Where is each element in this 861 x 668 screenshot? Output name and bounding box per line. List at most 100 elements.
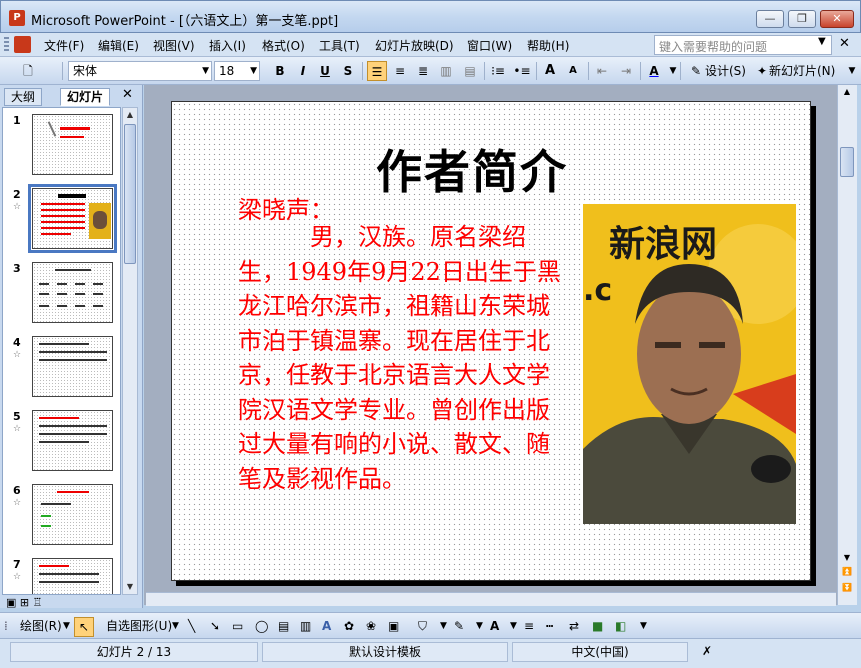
line-style-icon[interactable]: ≡ — [524, 617, 534, 635]
scroll-up-icon[interactable]: ▲ — [123, 108, 137, 122]
picture-icon[interactable]: ▣ — [388, 617, 399, 635]
underline-button[interactable]: U — [315, 61, 335, 81]
shadow-style-icon[interactable]: ■ — [592, 617, 603, 635]
align-center-icon[interactable]: ≡ — [390, 61, 410, 81]
slide-thumbnail-3[interactable] — [32, 262, 113, 323]
design-button[interactable]: 设计(S) — [705, 61, 746, 81]
help-search-input[interactable]: 键入需要帮助的问题 — [654, 35, 832, 55]
numbering-icon[interactable]: ⁝≡ — [488, 61, 508, 81]
scroll-down-icon[interactable]: ▼ — [840, 553, 854, 562]
tab-outline[interactable]: 大纲 — [4, 88, 43, 106]
spelling-status-icon[interactable]: ✗ — [692, 642, 722, 662]
font-size-combo[interactable]: 18 ▼ — [214, 61, 260, 81]
chevron-down-icon[interactable]: ▼ — [202, 62, 209, 80]
slide-thumbnail-2[interactable] — [28, 184, 117, 253]
line-color-icon[interactable]: ✎ — [454, 617, 464, 635]
distribute-icon[interactable]: ▤ — [460, 61, 480, 81]
diagram-icon[interactable]: ✿ — [344, 617, 354, 635]
dash-style-icon[interactable]: ┅ — [546, 617, 553, 635]
slide-canvas[interactable]: 作者简介 梁晓声： 男，汉族。原名梁绍生，1949年9月22日出生于黑龙江哈尔滨… — [171, 101, 811, 581]
line-icon[interactable]: ╲ — [188, 617, 195, 635]
chevron-down-icon[interactable]: ▼ — [476, 617, 483, 635]
close-button[interactable]: ✕ — [820, 10, 854, 28]
wordart-icon[interactable]: A — [322, 617, 331, 635]
draw-menu-button[interactable]: 绘图(R) — [20, 617, 62, 635]
autoshapes-menu-button[interactable]: 自选图形(U) — [106, 617, 172, 635]
select-objects-icon[interactable]: ↖ — [74, 617, 94, 637]
author-photo[interactable]: 新浪网 .c — [583, 204, 796, 524]
new-document-icon[interactable]: 🗋 — [18, 61, 38, 81]
arrow-icon[interactable]: ➘ — [210, 617, 220, 635]
bullets-icon[interactable]: •≡ — [512, 61, 532, 81]
animation-star-icon: ☆ — [13, 350, 22, 360]
shadow-button[interactable]: S — [338, 61, 358, 81]
slide-thumbnail-4[interactable] — [32, 336, 113, 397]
slide-thumbnail-7[interactable] — [32, 558, 113, 594]
italic-button[interactable]: I — [293, 61, 313, 81]
increase-indent-icon[interactable]: ⇥ — [616, 61, 636, 81]
menu-tools[interactable]: 工具(T) — [319, 37, 360, 54]
previous-slide-icon[interactable]: ⏫ — [840, 567, 854, 576]
arrow-style-icon[interactable]: ⇄ — [569, 617, 579, 635]
chevron-down-icon[interactable]: ▼ — [172, 617, 179, 635]
menu-help[interactable]: 帮助(H) — [527, 37, 569, 54]
powerpoint-app-icon[interactable]: P — [9, 10, 25, 26]
slideshow-view-icon[interactable]: ♖ — [33, 596, 43, 609]
menu-edit[interactable]: 编辑(E) — [98, 37, 139, 54]
help-dropdown-icon[interactable]: ▼ — [818, 36, 826, 47]
menu-slideshow[interactable]: 幻灯片放映(D) — [375, 37, 454, 54]
next-slide-icon[interactable]: ⏬ — [840, 583, 854, 592]
minimize-button[interactable]: — — [756, 10, 784, 28]
chevron-down-icon[interactable]: ▼ — [250, 62, 257, 80]
restore-button[interactable]: ❐ — [788, 10, 816, 28]
scroll-up-icon[interactable]: ▲ — [840, 87, 854, 96]
toolbar-options-icon[interactable]: ▼ — [640, 617, 647, 635]
3d-style-icon[interactable]: ◧ — [615, 617, 626, 635]
toolbar-options-icon[interactable]: ▼ — [842, 61, 861, 81]
textbox-icon[interactable]: ▤ — [278, 617, 289, 635]
chevron-down-icon[interactable]: ▼ — [510, 617, 517, 635]
fill-color-icon[interactable]: ⛉ — [418, 617, 427, 635]
rectangle-icon[interactable]: ▭ — [232, 617, 243, 635]
slide-thumbnail-6[interactable] — [32, 484, 113, 545]
chevron-down-icon[interactable]: ▼ — [440, 617, 447, 635]
font-name-combo[interactable]: 宋体 ▼ — [68, 61, 212, 81]
document-close-icon[interactable]: ✕ — [839, 36, 850, 51]
design-template-name[interactable]: 默认设计模板 — [262, 642, 508, 662]
align-left-icon[interactable]: ☰ — [367, 61, 387, 81]
toolbar-grip[interactable]: ⁞ — [4, 617, 8, 635]
shrink-font-button[interactable]: A — [563, 61, 583, 81]
thumbnail-scrollbar[interactable]: ▲ ▼ — [122, 107, 138, 595]
scrollbar-thumb[interactable] — [124, 124, 136, 264]
oval-icon[interactable]: ◯ — [255, 617, 268, 635]
document-icon[interactable] — [14, 36, 31, 53]
font-color-icon[interactable]: A — [490, 617, 499, 635]
menu-file[interactable]: 文件(F) — [44, 37, 84, 54]
new-slide-button[interactable]: 新幻灯片(N) — [769, 61, 835, 81]
clipart-icon[interactable]: ❀ — [366, 617, 376, 635]
menu-format[interactable]: 格式(O) — [262, 37, 305, 54]
author-bio[interactable]: 男，汉族。原名梁绍生，1949年9月22日出生于黑龙江哈尔滨市，祖籍山东荣城市泊… — [238, 220, 568, 496]
bold-button[interactable]: B — [270, 61, 290, 81]
slide-scrollbar[interactable]: ▲ ▼ ⏫ ⏬ — [837, 85, 857, 605]
normal-view-icon[interactable]: ▣ — [6, 596, 16, 609]
horizontal-scrollbar[interactable] — [146, 592, 836, 606]
decrease-indent-icon[interactable]: ⇤ — [592, 61, 612, 81]
tab-slides[interactable]: 幻灯片 — [60, 88, 111, 106]
font-color-button[interactable]: A — [644, 61, 664, 81]
slide-thumbnail-1[interactable] — [32, 114, 113, 175]
menu-window[interactable]: 窗口(W) — [467, 37, 512, 54]
grow-font-button[interactable]: A — [540, 61, 560, 81]
vertical-textbox-icon[interactable]: ▥ — [300, 617, 311, 635]
chevron-down-icon[interactable]: ▼ — [63, 617, 70, 635]
align-right-icon[interactable]: ≣ — [413, 61, 433, 81]
scrollbar-thumb[interactable] — [840, 147, 854, 177]
justify-icon[interactable]: ▥ — [436, 61, 456, 81]
close-icon[interactable]: ✕ — [122, 87, 133, 102]
scroll-down-icon[interactable]: ▼ — [123, 580, 137, 594]
slide-sorter-icon[interactable]: ⊞ — [20, 596, 29, 609]
menu-view[interactable]: 视图(V) — [153, 37, 195, 54]
slide-thumbnail-5[interactable] — [32, 410, 113, 471]
toolbar-grip[interactable] — [4, 37, 9, 53]
menu-insert[interactable]: 插入(I) — [209, 37, 246, 54]
